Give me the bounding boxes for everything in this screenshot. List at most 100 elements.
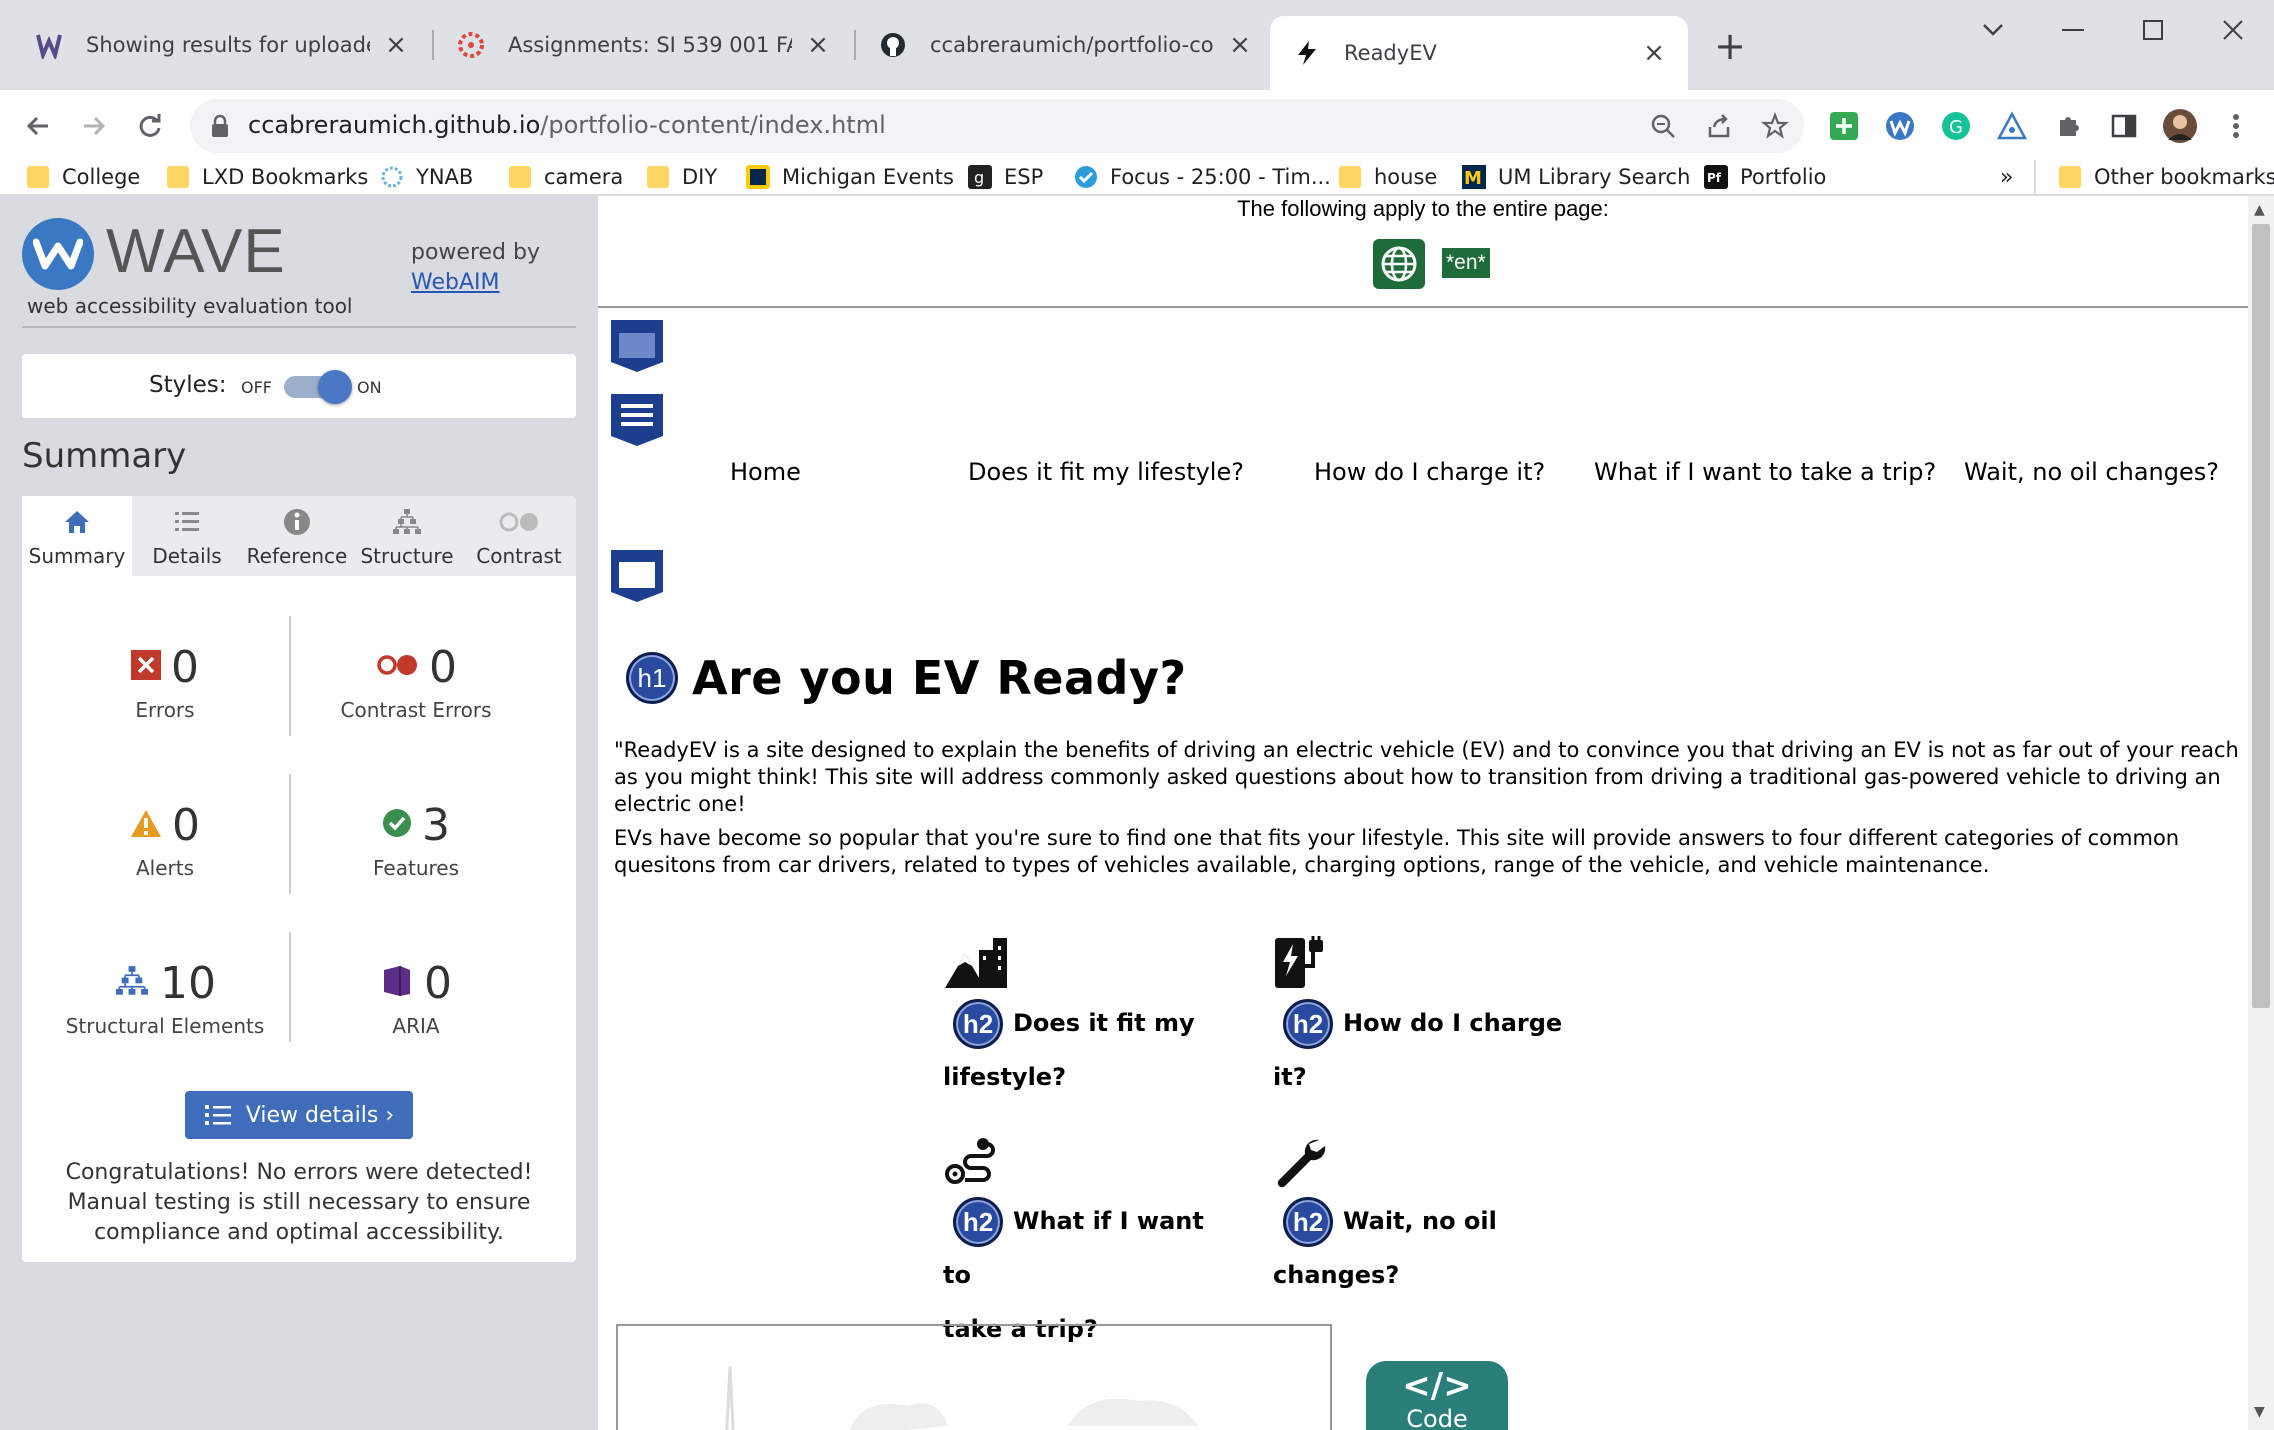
bookmark-house[interactable]: house bbox=[1338, 160, 1437, 194]
h2-badge[interactable]: h2 bbox=[1283, 1197, 1333, 1247]
browser-tab-readyev[interactable]: ReadyEV × bbox=[1270, 16, 1688, 90]
evaluated-page: The following apply to the entire page: … bbox=[598, 196, 2248, 1430]
minimize-icon[interactable] bbox=[2048, 10, 2098, 50]
navigation-region-icon[interactable] bbox=[609, 392, 665, 448]
h2-badge[interactable]: h2 bbox=[953, 1197, 1003, 1247]
card-charge[interactable]: h2 How do I charge it? bbox=[1273, 936, 1593, 1104]
header-region-icon[interactable] bbox=[609, 318, 665, 374]
features-label: Features bbox=[373, 856, 459, 880]
divider bbox=[22, 326, 576, 328]
h2-badge[interactable]: h2 bbox=[953, 999, 1003, 1049]
stat-errors[interactable]: 0 Errors bbox=[40, 640, 290, 722]
maximize-icon[interactable] bbox=[2128, 10, 2178, 50]
bookmark-michigan-events[interactable]: Michigan Events bbox=[746, 160, 954, 194]
stat-features[interactable]: 3 Features bbox=[291, 798, 541, 881]
browser-tab-wave-results[interactable]: Showing results for uploaded file × bbox=[12, 16, 430, 74]
menu-kebab-icon[interactable] bbox=[2216, 106, 2256, 146]
forward-icon[interactable] bbox=[72, 104, 116, 148]
card-oil[interactable]: h2 Wait, no oil changes? bbox=[1273, 1134, 1553, 1302]
language-globe-icon[interactable] bbox=[1373, 239, 1425, 289]
bookmark-other[interactable]: Other bookmarks bbox=[2058, 160, 2274, 194]
powered-by: powered by bbox=[411, 240, 540, 265]
address-bar[interactable]: ccabreraumich.github.io/portfolio-conten… bbox=[190, 99, 1804, 153]
close-icon[interactable]: × bbox=[806, 30, 830, 60]
charging-station-icon bbox=[1273, 936, 1593, 996]
bookmark-um-library[interactable]: M UM Library Search bbox=[1462, 160, 1690, 194]
stat-aria[interactable]: 0 ARIA bbox=[291, 956, 541, 1038]
lock-icon[interactable] bbox=[210, 114, 230, 142]
folder-icon bbox=[646, 165, 670, 189]
tab-structure[interactable]: Structure bbox=[352, 496, 462, 576]
star-icon[interactable] bbox=[1758, 109, 1792, 143]
bookmark-focus[interactable]: Focus - 25:00 - Tim... bbox=[1074, 160, 1331, 194]
styles-toggle[interactable] bbox=[284, 370, 352, 404]
h2-badge[interactable]: h2 bbox=[1283, 999, 1333, 1049]
page-scrollbar[interactable]: ▲ ▼ bbox=[2248, 196, 2274, 1430]
webaim-link[interactable]: WebAIM bbox=[411, 270, 499, 295]
bookmark-esp[interactable]: g ESP bbox=[968, 160, 1043, 194]
extensions-puzzle-icon[interactable] bbox=[2048, 106, 2088, 146]
alert-icon bbox=[130, 808, 162, 842]
bookmark-lxd[interactable]: LXD Bookmarks bbox=[166, 160, 368, 194]
window-close-icon[interactable] bbox=[2208, 10, 2258, 50]
bookmark-college[interactable]: College bbox=[26, 160, 140, 194]
code-badge[interactable]: </> Code bbox=[1366, 1361, 1508, 1430]
back-icon[interactable] bbox=[16, 104, 60, 148]
um-icon: M bbox=[1462, 165, 1486, 189]
tab-reference[interactable]: Reference bbox=[242, 496, 352, 576]
scroll-up-icon[interactable]: ▲ bbox=[2254, 202, 2265, 218]
extension-plus-icon[interactable] bbox=[1824, 106, 1864, 146]
bookmark-diy[interactable]: DIY bbox=[646, 160, 717, 194]
tab-search-icon[interactable] bbox=[1968, 10, 2018, 50]
tab-summary[interactable]: Summary bbox=[22, 496, 132, 576]
wave-extension-icon[interactable] bbox=[1880, 106, 1920, 146]
styles-on-label: ON bbox=[357, 378, 382, 397]
card-lifestyle[interactable]: h2 Does it fit my lifestyle? bbox=[943, 936, 1223, 1104]
bookmark-portfolio[interactable]: Pf Portfolio bbox=[1704, 160, 1826, 194]
tab-label: Summary bbox=[28, 544, 126, 568]
extension-triangle-icon[interactable] bbox=[1992, 106, 2032, 146]
nav-home[interactable]: Home bbox=[730, 458, 801, 486]
contrast-error-icon bbox=[375, 653, 419, 681]
language-badge[interactable]: *en* bbox=[1442, 248, 1490, 278]
share-icon[interactable] bbox=[1702, 109, 1736, 143]
wave-sidebar: WAVE web accessibility evaluation tool p… bbox=[0, 196, 598, 1430]
profile-avatar[interactable] bbox=[2160, 106, 2200, 146]
zoom-icon[interactable] bbox=[1646, 109, 1680, 143]
tab-title: ReadyEV bbox=[1344, 41, 1437, 65]
nav-charge[interactable]: How do I charge it? bbox=[1314, 458, 1545, 486]
wave-title: WAVE bbox=[106, 217, 286, 286]
reload-icon[interactable] bbox=[128, 104, 172, 148]
stat-alerts[interactable]: 0 Alerts bbox=[40, 798, 290, 880]
second-paragraph: EVs have become so popular that you're s… bbox=[614, 826, 2180, 877]
nav-trip[interactable]: What if I want to take a trip? bbox=[1594, 458, 1936, 486]
stat-structural[interactable]: 10 Structural Elements bbox=[40, 956, 290, 1039]
main-region-icon[interactable] bbox=[609, 548, 665, 604]
tab-contrast[interactable]: Contrast bbox=[462, 496, 576, 576]
nav-lifestyle[interactable]: Does it fit my lifestyle? bbox=[968, 458, 1244, 486]
close-icon[interactable]: × bbox=[384, 30, 408, 60]
nav-oil[interactable]: Wait, no oil changes? bbox=[1964, 458, 2219, 486]
bookmark-camera[interactable]: camera bbox=[508, 160, 623, 194]
h1-badge[interactable]: h1 bbox=[626, 652, 678, 704]
url-text[interactable]: ccabreraumich.github.io/portfolio-conten… bbox=[248, 111, 886, 139]
bookmarks-overflow[interactable]: » bbox=[2000, 160, 2013, 194]
bookmark-label: LXD Bookmarks bbox=[202, 165, 369, 189]
tab-details[interactable]: Details bbox=[132, 496, 242, 576]
stat-contrast-errors[interactable]: 0 Contrast Errors bbox=[291, 640, 541, 723]
close-icon[interactable]: × bbox=[1228, 30, 1252, 60]
browser-tab-assignments[interactable]: Assignments: SI 539 001 FA 2022 × bbox=[434, 16, 852, 74]
side-panel-icon[interactable] bbox=[2104, 106, 2144, 146]
bookmark-ynab[interactable]: YNAB bbox=[380, 160, 473, 194]
close-icon[interactable]: × bbox=[1642, 38, 1666, 68]
tab-title: Showing results for uploaded file bbox=[86, 33, 370, 57]
wave-logo-icon bbox=[22, 218, 94, 290]
grammarly-icon[interactable]: G bbox=[1936, 106, 1976, 146]
scroll-thumb[interactable] bbox=[2252, 224, 2270, 1008]
scroll-down-icon[interactable]: ▼ bbox=[2254, 1404, 2265, 1420]
entire-page-section: The following apply to the entire page: … bbox=[598, 196, 2248, 308]
view-details-button[interactable]: View details › bbox=[185, 1091, 413, 1139]
new-tab-button[interactable]: + bbox=[1710, 24, 1750, 68]
card-trip[interactable]: h2 What if I want to take a trip? bbox=[943, 1134, 1223, 1356]
browser-tab-github[interactable]: ccabreraumich/portfolio-content × bbox=[856, 16, 1274, 74]
